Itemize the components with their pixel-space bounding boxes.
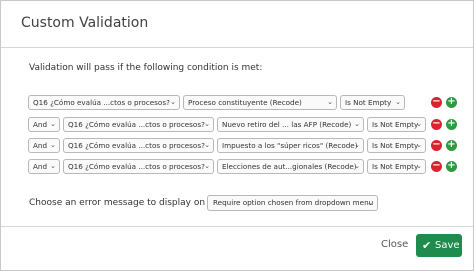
operator-select[interactable]: Is Not Empty ⌄ (367, 138, 426, 153)
check-icon: ✔ (422, 239, 432, 252)
minus-circle-icon[interactable]: − (431, 119, 442, 130)
question-select-value: Q16 ¿Cómo evalúa ...ctos o procesos? (68, 120, 205, 129)
operator-select-value: Is Not Empty (372, 141, 419, 150)
operator-select[interactable]: Is Not Empty ⌄ (367, 159, 426, 174)
dialog-header: Custom Validation (1, 1, 473, 48)
close-button[interactable]: Close (381, 239, 408, 250)
chevron-down-icon: ⌄ (367, 199, 373, 207)
operator-select-value: Is Not Empty (345, 98, 392, 107)
chevron-down-icon: ⌄ (204, 162, 210, 170)
choice-select[interactable]: Proceso constituyente (Recode) ⌄ (183, 95, 337, 110)
dialog-title: Custom Validation (21, 15, 149, 31)
question-select-value: Q16 ¿Cómo evalúa ...ctos o procesos? (33, 98, 170, 107)
save-label: Save (435, 240, 460, 251)
plus-circle-icon[interactable]: + (446, 119, 457, 130)
intro-text: Validation will pass if the following co… (29, 63, 263, 73)
conjunction-select[interactable]: And ⌄ (28, 159, 60, 174)
minus-circle-icon[interactable]: − (431, 140, 442, 151)
chevron-down-icon: ⌄ (354, 141, 360, 149)
minus-circle-icon[interactable]: − (431, 97, 442, 108)
chevron-down-icon: ⌄ (395, 98, 401, 106)
chevron-down-icon: ⌄ (204, 141, 210, 149)
question-select[interactable]: Q16 ¿Cómo evalúa ...ctos o procesos? ⌄ (63, 159, 214, 174)
operator-select[interactable]: Is Not Empty ⌄ (367, 117, 426, 132)
choice-select[interactable]: Impuesto a los "súper ricos" (Recode) ⌄ (217, 138, 364, 153)
choice-select-value: Impuesto a los "súper ricos" (Recode) (222, 141, 358, 150)
conjunction-select-value: And (33, 120, 48, 129)
chevron-down-icon: ⌄ (204, 120, 210, 128)
conjunction-select-value: And (33, 162, 48, 171)
question-select[interactable]: Q16 ¿Cómo evalúa ...ctos o procesos? ⌄ (63, 138, 214, 153)
chevron-down-icon: ⌄ (170, 98, 176, 106)
plus-circle-icon[interactable]: + (446, 161, 457, 172)
choice-select[interactable]: Elecciones de aut...gionales (Recode) ⌄ (217, 159, 364, 174)
question-select[interactable]: Q16 ¿Cómo evalúa ...ctos o procesos? ⌄ (63, 117, 214, 132)
chevron-down-icon: ⌄ (354, 162, 360, 170)
save-button[interactable]: ✔ Save (416, 234, 462, 257)
custom-validation-dialog: Custom Validation Validation will pass i… (0, 0, 474, 271)
question-select[interactable]: Q16 ¿Cómo evalúa ...ctos o procesos? ⌄ (28, 95, 180, 110)
error-message-select[interactable]: Require option chosen from dropdown menu… (207, 195, 378, 211)
chevron-down-icon: ⌄ (327, 98, 333, 106)
chevron-down-icon: ⌄ (50, 120, 56, 128)
operator-select-value: Is Not Empty (372, 120, 419, 129)
minus-circle-icon[interactable]: − (431, 161, 442, 172)
operator-select-value: Is Not Empty (372, 162, 419, 171)
conjunction-select-value: And (33, 141, 48, 150)
chevron-down-icon: ⌄ (50, 141, 56, 149)
chevron-down-icon: ⌄ (416, 120, 422, 128)
chevron-down-icon: ⌄ (50, 162, 56, 170)
question-select-value: Q16 ¿Cómo evalúa ...ctos o procesos? (68, 162, 205, 171)
conjunction-select[interactable]: And ⌄ (28, 117, 60, 132)
plus-circle-icon[interactable]: + (446, 97, 457, 108)
error-message-value: Require option chosen from dropdown menu (213, 198, 374, 207)
choice-select-value: Proceso constituyente (Recode) (188, 98, 302, 107)
chevron-down-icon: ⌄ (416, 141, 422, 149)
operator-select[interactable]: Is Not Empty ⌄ (340, 95, 405, 110)
question-select-value: Q16 ¿Cómo evalúa ...ctos o procesos? (68, 141, 205, 150)
plus-circle-icon[interactable]: + (446, 140, 457, 151)
chevron-down-icon: ⌄ (354, 120, 360, 128)
conjunction-select[interactable]: And ⌄ (28, 138, 60, 153)
choice-select-value: Nuevo retiro del ... las AFP (Recode) (222, 120, 352, 129)
choice-select-value: Elecciones de aut...gionales (Recode) (222, 162, 357, 171)
chevron-down-icon: ⌄ (416, 162, 422, 170)
choice-select[interactable]: Nuevo retiro del ... las AFP (Recode) ⌄ (217, 117, 364, 132)
